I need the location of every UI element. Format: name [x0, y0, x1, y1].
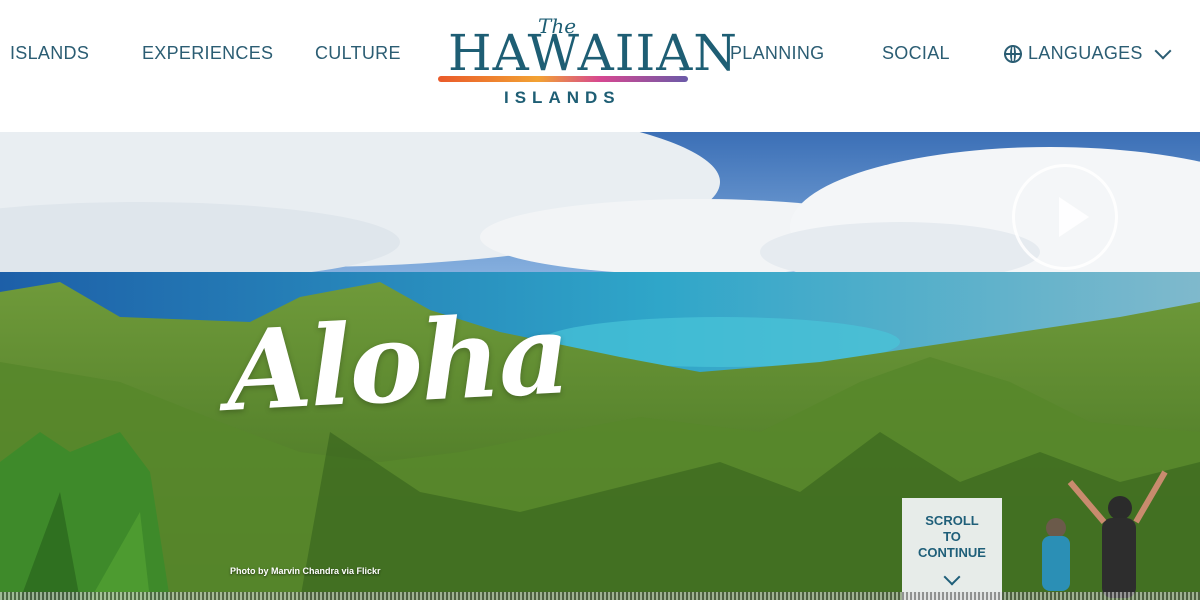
hero-headline: Aloha	[222, 289, 571, 436]
chevron-down-icon	[1154, 42, 1172, 59]
languages-menu[interactable]: LANGUAGES	[1004, 42, 1172, 64]
site-header: ISLANDS EXPERIENCES CULTURE The HAWAIIAN…	[0, 0, 1200, 132]
nav-islands[interactable]: ISLANDS	[10, 43, 89, 64]
play-icon	[1059, 197, 1089, 237]
scroll-line-1: SCROLL	[925, 513, 979, 528]
nav-experiences[interactable]: EXPERIENCES	[142, 43, 273, 64]
globe-icon	[1004, 44, 1022, 63]
chevron-down-icon	[943, 568, 961, 586]
nav-planning[interactable]: PLANNING	[730, 43, 824, 64]
nav-social[interactable]: SOCIAL	[882, 43, 950, 64]
nav-culture[interactable]: CULTURE	[315, 43, 401, 64]
play-video-button[interactable]	[1012, 164, 1118, 270]
hero-banner: Aloha Photo by Marvin Chandra via Flickr…	[0, 132, 1200, 600]
logo-islands: ISLANDS	[504, 88, 621, 107]
scroll-to-continue-button[interactable]: SCROLL TO CONTINUE	[902, 498, 1002, 600]
photo-credit: Photo by Marvin Chandra via Flickr	[230, 566, 381, 576]
site-logo[interactable]: The HAWAIIAN ™ ISLANDS	[438, 14, 737, 114]
scroll-line-3: CONTINUE	[918, 545, 986, 560]
bottom-divider	[0, 592, 1200, 600]
logo-main: HAWAIIAN	[448, 24, 739, 82]
languages-label: LANGUAGES	[1028, 43, 1143, 63]
scroll-line-2: TO	[943, 529, 961, 544]
logo-tm: ™	[678, 66, 686, 75]
logo-stripe	[438, 76, 688, 82]
